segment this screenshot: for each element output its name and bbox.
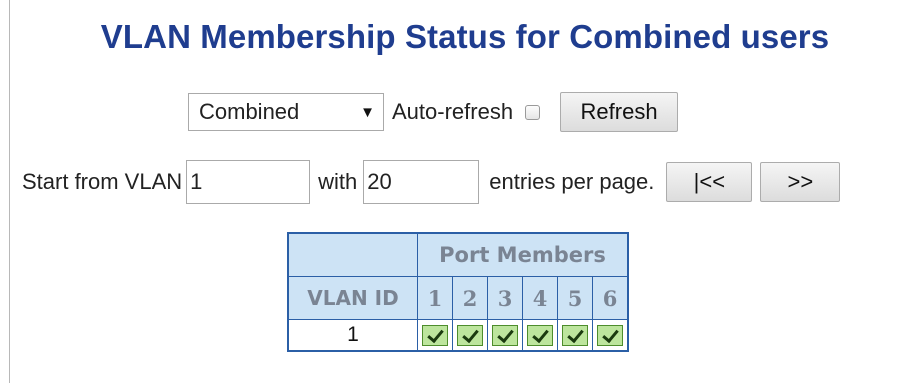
user-type-select-value: Combined [199,99,300,124]
member-check-icon [457,324,483,346]
refresh-button[interactable]: Refresh [560,92,679,132]
member-check-icon [597,324,623,346]
controls-row: Combined ▼ Auto-refresh Refresh [188,92,679,132]
port-member-cell-3 [487,319,523,352]
empty-header-cell [287,232,418,277]
port-header-5: 5 [557,276,593,320]
member-check-icon [422,324,448,346]
port-header-3: 3 [487,276,523,320]
port-header-4: 4 [522,276,558,320]
member-check-icon [562,324,588,346]
dropdown-arrow-icon: ▼ [360,103,375,121]
member-check-icon [492,324,518,346]
auto-refresh-checkbox[interactable] [525,104,541,120]
table-header-row-ports: VLAN ID 1 2 3 4 5 6 [287,276,629,320]
start-vlan-input[interactable]: 1 [186,160,311,204]
port-members-header: Port Members [417,232,629,277]
paging-row: Start from VLAN 1 with 20 entries per pa… [22,160,841,204]
entries-per-page-input[interactable]: 20 [363,160,480,204]
port-member-cell-5 [557,319,593,352]
next-page-button[interactable]: >> [760,162,841,202]
port-header-6: 6 [592,276,629,320]
user-type-select[interactable]: Combined ▼ [188,93,384,131]
with-label: with [318,169,358,194]
vlan-id-cell: 1 [287,319,418,352]
port-member-cell-6 [592,319,629,352]
port-header-2: 2 [452,276,488,320]
start-from-vlan-label: Start from VLAN [22,169,183,194]
left-border-rule [9,0,10,383]
port-member-cell-2 [452,319,488,352]
table-header-row-group: Port Members [287,232,629,277]
port-member-cell-4 [522,319,558,352]
vlan-id-header: VLAN ID [287,276,418,320]
vlan-membership-table: Port Members VLAN ID 1 2 3 4 5 6 1 [287,232,629,352]
page-title: VLAN Membership Status for Combined user… [100,18,830,55]
first-page-button[interactable]: |<< [666,162,753,202]
port-header-1: 1 [417,276,453,320]
port-member-cell-1 [417,319,453,352]
entries-per-page-label: entries per page. [489,169,655,194]
member-check-icon [527,324,553,346]
table-row: 1 [287,319,629,352]
auto-refresh-label: Auto-refresh [392,99,514,124]
